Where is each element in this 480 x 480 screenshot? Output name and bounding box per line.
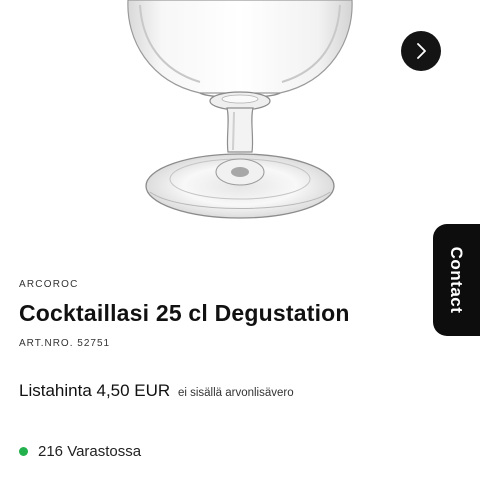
product-title: Cocktaillasi 25 cl Degustation <box>19 300 350 326</box>
list-price: Listahinta 4,50 EUR <box>19 381 171 400</box>
product-brand: ARCOROC <box>19 279 79 290</box>
price-line: Listahinta 4,50 EUR ei sisällä arvonlisä… <box>19 381 294 401</box>
chevron-right-icon <box>414 43 428 59</box>
next-image-button[interactable] <box>401 31 441 71</box>
article-number: ART.NRO. 52751 <box>19 338 111 349</box>
contact-tab-label[interactable]: Contact <box>446 247 466 314</box>
stock-text: 216 Varastossa <box>38 443 142 460</box>
stock-indicator-dot <box>19 447 28 456</box>
vat-note: ei sisällä arvonlisävero <box>177 387 294 399</box>
stock-status: 216 Varastossa <box>19 443 141 460</box>
